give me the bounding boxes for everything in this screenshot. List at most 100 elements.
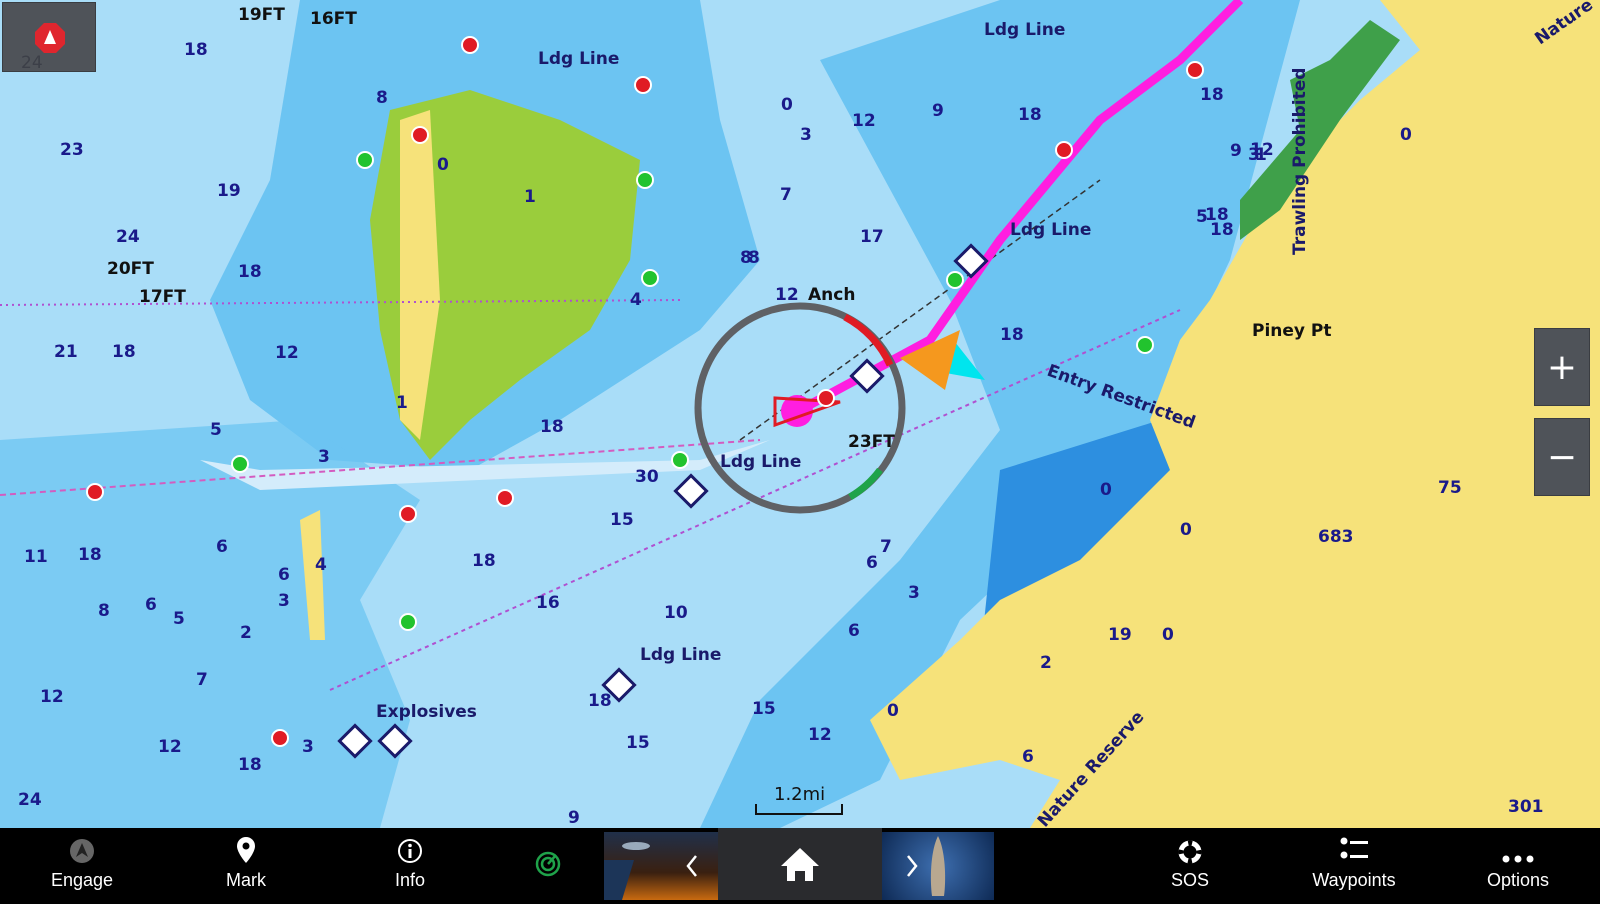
- bottom-toolbar: Engage Mark Info SOS Waypoints Options: [0, 828, 1600, 900]
- depth-sounding: 6: [145, 595, 157, 615]
- chart-canvas[interactable]: 182319241821 18 12881030712 9 1881712189 1231…: [0, 0, 1600, 828]
- depth-sounding: 0: [1100, 480, 1112, 500]
- depth-sounding: 12: [158, 737, 182, 757]
- depth-sounding: 12: [808, 725, 832, 745]
- feature-label: Ldg Line: [1010, 220, 1091, 240]
- depth-sounding: 3: [278, 591, 290, 611]
- depth-sounding: 21: [54, 342, 78, 362]
- depth-sounding: 12: [775, 285, 799, 305]
- depth-sounding: 0: [887, 701, 899, 721]
- sos-label: SOS: [1170, 870, 1209, 890]
- depth-sounding: 10: [664, 603, 688, 623]
- lifebuoy-icon: [1178, 840, 1202, 864]
- feature-label: Ldg Line: [984, 20, 1065, 40]
- map-pin-icon: [237, 837, 255, 863]
- depth-sounding: 18: [1200, 85, 1224, 105]
- depth-sounding: 15: [626, 733, 650, 753]
- info-label: Info: [394, 870, 426, 890]
- depth-sounding: 17: [860, 227, 884, 247]
- depth-sounding: 3: [318, 447, 330, 467]
- feature-label: Ldg Line: [538, 49, 619, 69]
- depth-sounding: 1: [396, 393, 408, 413]
- depth-label: 20FT: [107, 259, 154, 279]
- depth-sounding: 7: [780, 185, 792, 205]
- depth-sounding: 18: [1210, 220, 1234, 240]
- info-button[interactable]: Info: [340, 828, 480, 900]
- depth-sounding: 4: [315, 555, 327, 575]
- options-label: Options: [1486, 870, 1550, 890]
- depth-sounding: 0: [1400, 125, 1412, 145]
- depth-sounding: 6: [848, 621, 860, 641]
- sonar-page-thumbnail[interactable]: [604, 832, 718, 900]
- nautical-chart[interactable]: 18 23 19 24 18 21 18 12 8 8 1 0 3 0 7 12 9 18 8 17 12 18 9 12 3 1…: [0, 0, 1600, 828]
- north-up-button[interactable]: 24: [2, 2, 96, 73]
- depth-sounding: 18: [540, 417, 564, 437]
- depth-sounding: 4: [630, 290, 642, 310]
- depth-sounding: 301: [1508, 797, 1544, 817]
- ghost-depth: 24: [21, 53, 43, 73]
- depth-label: 17FT: [139, 287, 186, 307]
- depth-sounding: 12: [40, 687, 64, 707]
- depth-sounding: 12: [275, 343, 299, 363]
- feature-label: Ldg Line: [640, 645, 721, 665]
- north-up-icon: [35, 23, 65, 53]
- depth-sounding: 3: [800, 125, 812, 145]
- depth-sounding: 23: [60, 140, 84, 160]
- feature-label: Trawling Prohibited: [1290, 68, 1310, 255]
- info-icon: [398, 839, 422, 863]
- depth-sounding: 16: [536, 593, 560, 613]
- depth-sounding: 8: [740, 248, 752, 268]
- depth-sounding: 5: [210, 420, 222, 440]
- depth-sounding: 15: [752, 699, 776, 719]
- mark-label: Mark: [226, 870, 266, 890]
- zoom-in-button[interactable]: +: [1534, 328, 1590, 406]
- depth-sounding: 18: [238, 755, 262, 775]
- feature-label: Ldg Line: [720, 452, 801, 472]
- depth-sounding: 8: [98, 601, 110, 621]
- feature-label: Anch: [808, 285, 855, 305]
- engage-label: Engage: [50, 870, 114, 890]
- depth-sounding: 2: [240, 623, 252, 643]
- zoom-out-button[interactable]: −: [1534, 418, 1590, 496]
- depth-sounding: 18: [112, 342, 136, 362]
- depth-sounding: 12: [852, 111, 876, 131]
- engage-button[interactable]: Engage: [12, 828, 152, 900]
- depth-sounding: 9: [568, 808, 580, 828]
- depth-sounding: 19: [217, 181, 241, 201]
- depth-sounding: 6: [866, 553, 878, 573]
- depth-sounding: 0: [1162, 625, 1174, 645]
- vessel-page-thumbnail[interactable]: [882, 832, 994, 900]
- depth-sounding: 18: [78, 545, 102, 565]
- depth-label: 23FT: [848, 432, 895, 452]
- more-icon: [1502, 855, 1534, 863]
- home-icon: [781, 848, 819, 881]
- waypoint-list-icon: [1340, 837, 1368, 859]
- waypoints-button[interactable]: Waypoints: [1284, 828, 1424, 900]
- depth-sounding: 3: [908, 583, 920, 603]
- options-button[interactable]: Options: [1448, 828, 1588, 900]
- depth-sounding: 8: [376, 88, 388, 108]
- depth-sounding: 11: [24, 547, 48, 567]
- depth-sounding: 5: [173, 609, 185, 629]
- sos-button[interactable]: SOS: [1120, 828, 1260, 900]
- depth-sounding: 3: [302, 737, 314, 757]
- depth-sounding: 1: [524, 187, 536, 207]
- depth-sounding: 18: [184, 40, 208, 60]
- depth-sounding: 683: [1318, 527, 1354, 547]
- depth-sounding: 2: [1040, 653, 1052, 673]
- depth-sounding: 18: [1000, 325, 1024, 345]
- depth-sounding: 7: [196, 670, 208, 690]
- depth-sounding: 18: [472, 551, 496, 571]
- depth-sounding: 0: [437, 155, 449, 175]
- waypoints-label: Waypoints: [1312, 870, 1396, 890]
- depth-sounding: 75: [1438, 478, 1462, 498]
- mark-button[interactable]: Mark: [176, 828, 316, 900]
- radar-icon[interactable]: [534, 850, 562, 878]
- chevron-right-icon: [907, 836, 946, 896]
- depth-sounding: 18: [1018, 105, 1042, 125]
- depth-label: 16FT: [310, 9, 357, 29]
- depth-sounding: 9: [1230, 141, 1242, 161]
- feature-label: Explosives: [376, 702, 477, 722]
- depth-sounding: 24: [116, 227, 140, 247]
- home-button[interactable]: [718, 828, 882, 900]
